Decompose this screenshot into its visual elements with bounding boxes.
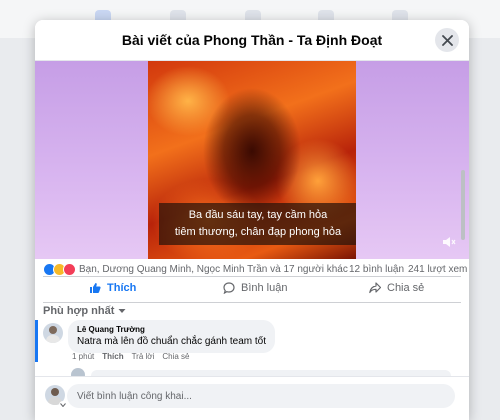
post-actions: Thích Bình luận Chia sẻ [43, 276, 461, 303]
speaker-icon [443, 237, 456, 247]
love-reaction-icon [63, 263, 76, 276]
modal-header: Bài viết của Phong Thần - Ta Định Đoạt [35, 20, 469, 61]
subtitle-line: Ba đầu sáu tay, tay cầm hỏa [188, 209, 328, 221]
thumbs-up-icon [90, 283, 101, 293]
like-label: Thích [107, 282, 137, 294]
share-button[interactable]: Chia sẻ [369, 282, 424, 294]
post-modal: Bài viết của Phong Thần - Ta Định Đoạt B… [35, 20, 469, 420]
post-content: Ba đầu sáu tay, tay cầm hỏa tiêm thương,… [35, 61, 469, 420]
subtitle-line: tiêm thương, chân đạp phong hỏa [174, 226, 342, 238]
avatar[interactable] [71, 368, 85, 376]
view-count: 241 lượt xem [408, 264, 468, 275]
avatar[interactable] [43, 323, 63, 343]
share-label: Chia sẻ [387, 282, 425, 294]
video-subtitle: Ba đầu sáu tay, tay cầm hỏa tiêm thương,… [159, 203, 356, 245]
comment-reply-link[interactable]: Trả lời [132, 352, 155, 361]
comment-highlight-bar [35, 320, 38, 362]
modal-title: Bài viết của Phong Thần - Ta Định Đoạt [121, 32, 383, 48]
comment-author[interactable]: Lê Quang Trường [77, 325, 266, 334]
close-button[interactable] [435, 28, 459, 52]
comment-count[interactable]: 12 bình luận [349, 264, 404, 275]
chevron-down-icon [118, 309, 126, 313]
comment-like-link[interactable]: Thích [102, 352, 123, 361]
like-button[interactable]: Thích [89, 282, 136, 294]
comment-text: Natra mà lên đồ chuẩn chắc gánh team tốt [77, 336, 267, 347]
reaction-icons[interactable] [43, 263, 76, 276]
sort-label: Phù hợp nhất [43, 305, 115, 317]
list-item [71, 368, 457, 376]
comment-icon [223, 282, 235, 294]
comment-input[interactable] [67, 384, 455, 408]
volume-button[interactable] [442, 235, 456, 253]
chevron-down-icon[interactable] [59, 401, 67, 409]
comment-button[interactable]: Bình luận [223, 282, 287, 294]
comment-bubble: Lê Quang Trường Natra mà lên đồ chuẩn ch… [68, 320, 276, 353]
video-frame[interactable]: Ba đầu sáu tay, tay cầm hỏa tiêm thương,… [148, 61, 356, 259]
close-icon [441, 34, 453, 46]
comment-composer [35, 376, 469, 420]
comment-label: Bình luận [241, 282, 288, 294]
comment-time[interactable]: 1 phút [72, 352, 94, 361]
reaction-names[interactable]: Bạn, Dương Quang Minh, Ngọc Minh Trần và… [79, 264, 348, 275]
comment-meta: 1 phút Thích Trả lời Chia sẻ [72, 352, 197, 361]
share-icon [369, 282, 381, 294]
modal-scrollbar[interactable] [461, 170, 465, 240]
comment-share-link[interactable]: Chia sẻ [162, 352, 189, 361]
video-player[interactable]: Ba đầu sáu tay, tay cầm hỏa tiêm thương,… [35, 61, 469, 259]
comment-sort-dropdown[interactable]: Phù hợp nhất [43, 305, 126, 317]
